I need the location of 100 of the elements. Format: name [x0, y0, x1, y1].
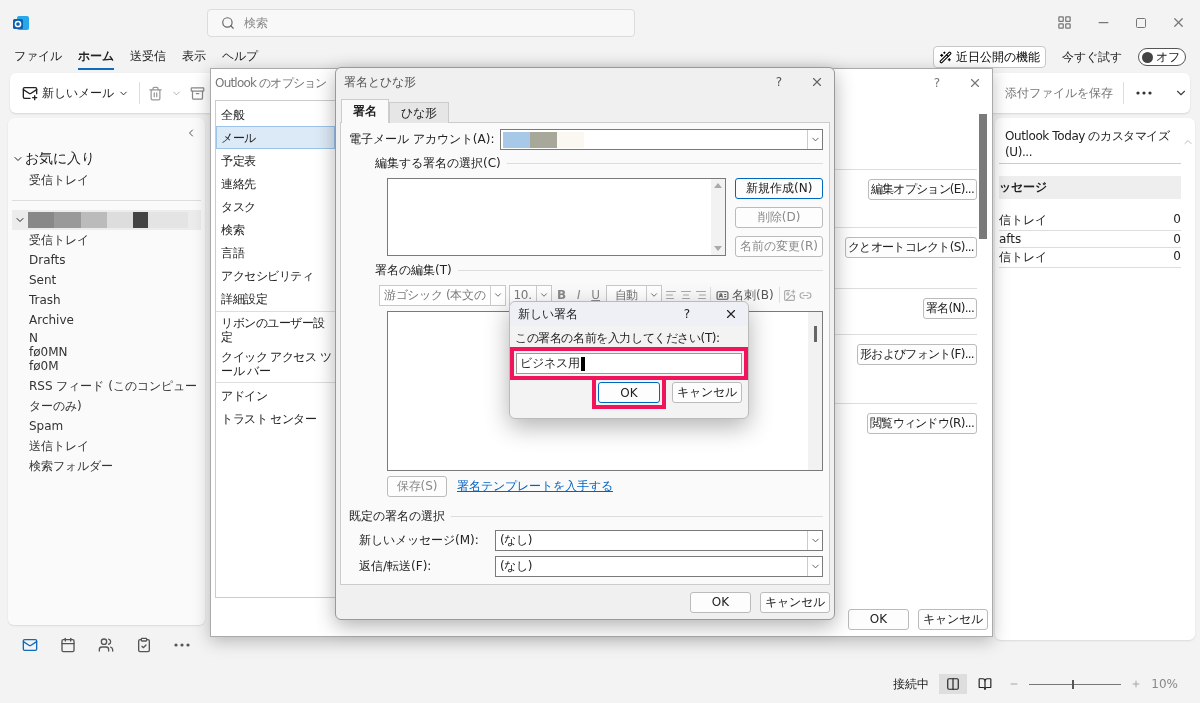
try-now-label: 今すぐ試す	[1062, 48, 1122, 66]
settings-button[interactable]: 閲覧ウィンドウ(R)...	[866, 413, 977, 434]
favorites-header[interactable]: お気に入り	[25, 150, 95, 168]
clipboard-check-icon	[136, 637, 152, 653]
field-label: 新しいメッセージ(M):	[359, 532, 480, 549]
help-button[interactable]: ?	[933, 76, 940, 90]
mail-plus-icon	[22, 85, 38, 101]
menu-tab[interactable]: ヘルプ	[222, 44, 258, 70]
category-item[interactable]: 検索	[216, 218, 335, 241]
caret-icon	[649, 290, 660, 300]
settings-button[interactable]: クとオートコレクト(S)...	[845, 237, 977, 258]
menu-tab[interactable]: ホーム	[78, 44, 114, 70]
text-cursor	[581, 356, 585, 371]
folder-item[interactable]: 検索フォルダー	[12, 456, 201, 476]
calendar-icon	[60, 637, 76, 653]
category-item[interactable]: アドイン	[216, 384, 335, 407]
category-item[interactable]: タスク	[216, 195, 335, 218]
folder-item[interactable]: 送信トレイ	[12, 436, 201, 456]
close-icon[interactable]	[724, 307, 738, 321]
dialog-title: Outlook のオプション	[215, 74, 327, 92]
signature-list[interactable]	[387, 178, 727, 256]
prompt-label: この署名の名前を入力してください(T):	[514, 330, 721, 347]
messages-header: ッセージ	[999, 176, 1181, 199]
category-item[interactable]: 予定表	[216, 149, 335, 172]
grid-icon[interactable]	[1057, 15, 1072, 30]
connection-status: 接続中	[893, 675, 930, 693]
message-count: 0	[1173, 232, 1181, 246]
help-button[interactable]: ?	[775, 75, 782, 89]
card-icon	[716, 288, 730, 302]
signature-dropdown[interactable]: (なし)	[495, 556, 823, 577]
save-attachments-button[interactable]: 添付ファイルを保存	[1003, 81, 1115, 105]
dialog-title: 署名とひな形	[344, 73, 416, 91]
group-label: 編集する署名の選択(C)	[375, 155, 501, 172]
new-mail-button[interactable]: 新しいメール	[20, 81, 131, 105]
search-field[interactable]: 検索	[207, 8, 635, 37]
ok-button[interactable]: OK	[690, 591, 751, 613]
category-item[interactable]: メール	[216, 126, 335, 149]
caret-icon	[538, 290, 549, 300]
signature-dropdown[interactable]: (なし)	[495, 530, 823, 551]
tab[interactable]: ひな形	[389, 102, 449, 123]
people-icon	[98, 637, 114, 653]
ok-button[interactable]: OK	[598, 382, 660, 403]
name-field[interactable]: ビジネス用	[516, 353, 742, 374]
field-label: 返信/転送(F):	[359, 558, 433, 575]
category-item[interactable]: クイック アクセス ツール バー	[216, 347, 335, 381]
settings-button[interactable]: 署名(N)...	[922, 298, 977, 319]
customize-link[interactable]: Outlook Today のカスタマイズ(U)...	[999, 128, 1181, 164]
zoom-thumb[interactable]	[1071, 679, 1074, 689]
maximize-icon[interactable]	[1135, 16, 1147, 29]
folder-item[interactable]: 受信トレイ	[12, 230, 201, 250]
folder-item[interactable]: Spam	[12, 416, 201, 436]
group-label: 既定の署名の選択	[349, 508, 445, 525]
folder-item[interactable]: Drafts	[12, 250, 201, 270]
search-icon	[221, 15, 235, 30]
category-item[interactable]: トラスト センター	[216, 407, 335, 430]
cancel-button[interactable]: キャンセル	[918, 608, 988, 630]
category-item[interactable]: アクセシビリティ	[216, 264, 335, 287]
trash-icon[interactable]	[148, 85, 163, 101]
dialog-title: 新しい署名	[518, 305, 578, 323]
folder-name: afts	[999, 232, 1023, 246]
book-icon	[978, 677, 993, 691]
category-item[interactable]: 連絡先	[216, 172, 335, 195]
menu-tab[interactable]: ファイル	[14, 44, 62, 70]
signature-action-button[interactable]: 新規作成(N)	[735, 178, 823, 199]
mail-icon	[22, 637, 38, 653]
account-dropdown[interactable]	[500, 129, 823, 150]
wand-icon	[939, 50, 952, 64]
message-count: 0	[1173, 212, 1181, 228]
app-logo-icon	[12, 13, 30, 32]
settings-button[interactable]: 編集オプション(E)...	[867, 179, 977, 200]
account-row[interactable]	[12, 210, 201, 230]
folder-item[interactable]: N fø0MN fø0M	[12, 331, 201, 373]
cancel-button[interactable]: キャンセル	[760, 591, 830, 613]
template-link[interactable]: 署名テンプレートを入手する	[457, 478, 613, 495]
folder-item[interactable]: Archive	[12, 310, 201, 330]
category-item[interactable]: 全般	[216, 103, 335, 126]
ok-button[interactable]: OK	[848, 608, 909, 630]
category-item[interactable]: 言語	[216, 241, 335, 264]
toggle-switch[interactable]: オフ	[1138, 48, 1186, 66]
view-button[interactable]	[939, 674, 968, 694]
cancel-button[interactable]: キャンセル	[672, 382, 742, 403]
folder-item[interactable]: RSS フィード (このコンピューターのみ)	[12, 376, 201, 416]
folder-item[interactable]: Trash	[12, 290, 201, 310]
folder-item[interactable]: Sent	[12, 270, 201, 290]
tab[interactable]: 署名	[341, 99, 389, 123]
folder-name: 信トレイ	[999, 249, 1048, 266]
coming-soon-button[interactable]: 近日公開の機能	[933, 46, 1046, 68]
message-count: 0	[1173, 249, 1181, 265]
archive-icon[interactable]	[190, 85, 205, 101]
settings-button[interactable]: 形およびフォント(F)...	[857, 344, 977, 365]
category-item[interactable]: 詳細設定	[216, 287, 335, 310]
zoom-percent: 10%	[1151, 677, 1178, 691]
more-icon	[1136, 91, 1152, 95]
caret-icon	[492, 290, 503, 300]
columns-icon	[946, 677, 961, 691]
folder-item[interactable]: 受信トレイ	[12, 170, 201, 190]
help-button[interactable]: ?	[683, 307, 690, 321]
menu-tab[interactable]: 送受信	[130, 44, 166, 70]
category-item[interactable]: リボンのユーザー設定	[216, 313, 335, 347]
menu-tab[interactable]: 表示	[182, 44, 206, 70]
